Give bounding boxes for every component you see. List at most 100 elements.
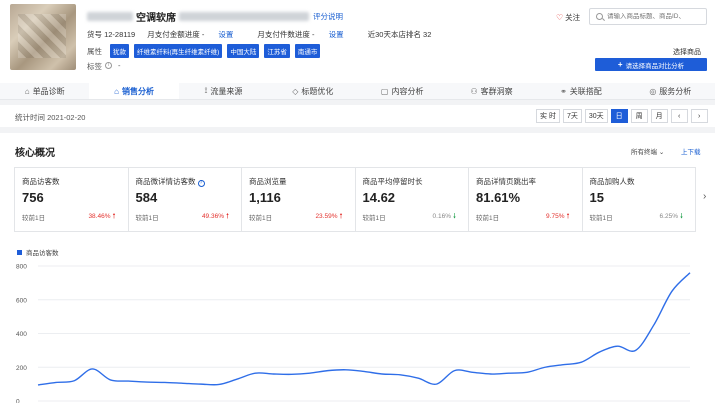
- heart-icon: ♡: [556, 13, 564, 22]
- compare-product-button[interactable]: + 请选择商品对比分析: [595, 58, 707, 71]
- data-point[interactable]: [180, 381, 185, 386]
- product-search-input[interactable]: [606, 13, 706, 20]
- metric-card[interactable]: 商品浏览量 1,116 较前1日 23.59% 🠕: [241, 167, 356, 232]
- data-point[interactable]: [488, 372, 493, 377]
- chart-legend[interactable]: 商品访客数: [17, 247, 59, 257]
- data-point[interactable]: [615, 344, 620, 349]
- label-title: 标签: [87, 62, 102, 71]
- metric-card[interactable]: 商品平均停留时长 14.62 较前1日 0.16% 🠗: [354, 167, 469, 232]
- data-point[interactable]: [452, 368, 457, 373]
- metric-change-value: 9.75%: [546, 213, 565, 220]
- sales-icon: ⌂: [114, 86, 119, 96]
- metric-name-text: 商品微详情访客数: [135, 177, 196, 186]
- metric-name: 商品浏览量: [249, 176, 355, 187]
- pay-progress-set-link[interactable]: 设置: [218, 30, 233, 39]
- follow-label: 关注: [565, 13, 581, 22]
- metric-compare-label: 较前1日: [362, 215, 386, 222]
- data-point[interactable]: [307, 371, 312, 376]
- data-point[interactable]: [506, 371, 511, 376]
- data-point[interactable]: [416, 376, 421, 381]
- data-point[interactable]: [90, 366, 95, 371]
- data-point[interactable]: [434, 382, 439, 387]
- tab-audience-insight[interactable]: ⚇ 客群洞察: [447, 83, 536, 99]
- data-point[interactable]: [688, 270, 693, 275]
- data-point[interactable]: [144, 380, 149, 385]
- y-tick-label: 600: [16, 297, 27, 304]
- data-point[interactable]: [54, 380, 59, 385]
- data-point[interactable]: [543, 365, 548, 370]
- data-point[interactable]: [217, 382, 222, 387]
- range-7d-button[interactable]: 7天: [562, 109, 582, 123]
- metric-name: 商品详情页跳出率: [476, 176, 582, 187]
- series-line-visitors[interactable]: [37, 272, 691, 386]
- tab-related-match[interactable]: ⚭ 关联搭配: [536, 83, 625, 99]
- data-point[interactable]: [325, 368, 330, 373]
- metric-name-text: 商品访客数: [22, 177, 60, 186]
- data-point[interactable]: [380, 372, 385, 377]
- product-title: 空调软席: [136, 13, 176, 24]
- range-day-button[interactable]: 日: [610, 109, 628, 123]
- next-period-button[interactable]: ›: [690, 109, 708, 123]
- download-button[interactable]: 上下载: [681, 146, 701, 156]
- data-point[interactable]: [343, 367, 348, 372]
- traffic-icon: ⟟: [204, 86, 208, 95]
- metric-compare-label: 较前1日: [249, 215, 273, 222]
- attribute-tag: 纤维素纤料(再生纤维素纤维): [134, 44, 223, 58]
- compare-button-label: 请选择商品对比分析: [625, 62, 685, 70]
- rating-link[interactable]: 评分说明: [313, 11, 343, 22]
- tab-traffic-source[interactable]: ⟟ 流量来源: [179, 83, 268, 99]
- arrow-down-icon: 🠗: [679, 213, 683, 220]
- pay-progress: 月支付金额进度 - 设置: [147, 29, 245, 40]
- data-point[interactable]: [253, 371, 258, 376]
- data-point[interactable]: [525, 370, 530, 375]
- chevron-right-icon[interactable]: ›: [703, 191, 706, 202]
- time-range-selector: 实 时 7天 30天 日 周 月 ‹ ›: [533, 109, 708, 123]
- range-month-button[interactable]: 月: [650, 109, 668, 123]
- follow-button[interactable]: ♡ 关注: [556, 12, 580, 23]
- data-point[interactable]: [289, 372, 294, 377]
- data-point[interactable]: [470, 370, 475, 375]
- data-point[interactable]: [108, 377, 113, 382]
- range-30d-button[interactable]: 30天: [584, 109, 608, 123]
- metric-card[interactable]: 商品详情页跳出率 81.61% 较前1日 9.75% 🠕: [468, 167, 583, 232]
- tab-service-analysis[interactable]: ◎ 服务分析: [626, 83, 715, 99]
- tab-label: 客群洞察: [480, 86, 513, 96]
- metric-card[interactable]: 商品访客数 756 较前1日 38.46% 🠕: [14, 167, 129, 232]
- metric-compare-label: 较前1日: [135, 215, 159, 222]
- tab-title-optimization[interactable]: ◇ 标题优化: [268, 83, 357, 99]
- help-icon[interactable]: ?: [197, 180, 205, 187]
- metric-name-text: 商品加购人数: [589, 177, 635, 186]
- data-point[interactable]: [597, 350, 602, 355]
- data-point[interactable]: [651, 323, 656, 328]
- data-point[interactable]: [199, 382, 204, 387]
- tab-sales-analysis[interactable]: ⌂ 销售分析: [89, 83, 179, 99]
- range-realtime-button[interactable]: 实 时: [536, 109, 560, 123]
- range-week-button[interactable]: 周: [630, 109, 648, 123]
- data-point[interactable]: [36, 382, 41, 387]
- metric-card[interactable]: 商品加购人数 15 较前1日 6.25% 🠗: [581, 167, 696, 232]
- data-point[interactable]: [235, 377, 240, 382]
- data-point[interactable]: [633, 348, 638, 353]
- data-point[interactable]: [579, 360, 584, 365]
- data-point[interactable]: [669, 289, 674, 294]
- data-point[interactable]: [561, 362, 566, 367]
- data-point[interactable]: [162, 380, 167, 385]
- product-search-box[interactable]: [589, 8, 707, 25]
- tab-diagnosis[interactable]: ⌂ 单品诊断: [0, 83, 89, 99]
- info-icon[interactable]: i: [105, 62, 112, 69]
- metric-name-text: 商品浏览量: [249, 177, 287, 186]
- link-icon: ⚭: [560, 86, 567, 96]
- metric-card[interactable]: 商品微详情访客数? 584 较前1日 49.36% 🠕: [127, 167, 242, 232]
- stat-time: 统计时间 2021-02-20: [15, 113, 86, 122]
- data-point[interactable]: [271, 372, 276, 377]
- pay-count-set-link[interactable]: 设置: [329, 30, 344, 39]
- metric-name-text: 商品平均停留时长: [362, 177, 423, 186]
- data-point[interactable]: [398, 372, 403, 377]
- terminal-select[interactable]: 所有终端 ⌄: [631, 146, 664, 156]
- data-point[interactable]: [126, 379, 131, 384]
- prev-period-button[interactable]: ‹: [670, 109, 688, 123]
- tab-content-analysis[interactable]: ▢ 内容分析: [358, 83, 447, 99]
- data-point[interactable]: [362, 369, 367, 374]
- data-point[interactable]: [72, 378, 77, 383]
- product-thumbnail[interactable]: [10, 4, 76, 70]
